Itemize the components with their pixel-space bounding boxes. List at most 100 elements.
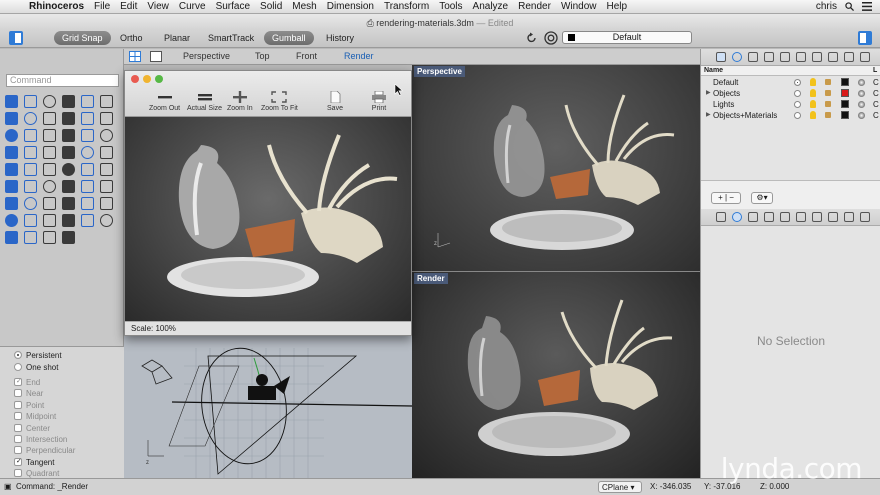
current-layer-dropdown[interactable]: Default (562, 31, 692, 44)
tool-text-icon[interactable] (24, 180, 37, 193)
save-button[interactable]: Save (327, 91, 343, 112)
perspective-viewport[interactable]: z Perspective (412, 65, 700, 271)
osnap-near[interactable]: Near (14, 389, 43, 398)
help-icon[interactable] (860, 52, 870, 62)
tool-dimension-icon[interactable] (5, 180, 18, 193)
statusbar-panel-icon[interactable]: ▣ (4, 479, 12, 495)
grid-snap-toggle[interactable]: Grid Snap (54, 31, 111, 45)
light-icon[interactable] (796, 212, 806, 222)
tool-blend-icon[interactable] (100, 112, 113, 125)
tool-freeform-icon[interactable] (43, 112, 56, 125)
layer-color-swatch[interactable] (841, 100, 849, 108)
tool-zoom-icon[interactable] (5, 197, 18, 210)
tool-color-icon[interactable] (81, 214, 94, 227)
user-name[interactable]: chris (816, 1, 837, 12)
tool-group-icon[interactable] (100, 146, 113, 159)
osnap-persistent[interactable]: Persistent (14, 351, 62, 360)
menu-analyze[interactable]: Analyze (468, 1, 514, 12)
menu-render[interactable]: Render (513, 1, 556, 12)
materials-icon[interactable] (732, 52, 742, 62)
command-history[interactable]: Command: _Render (16, 479, 88, 495)
tool-curve-icon[interactable] (24, 112, 37, 125)
layer-row[interactable]: ▶ Objects C (701, 88, 880, 99)
osnap-midpoint[interactable]: Midpoint (14, 412, 56, 421)
render-viewport[interactable]: Render (412, 271, 700, 478)
tool-extrude-icon[interactable] (62, 129, 75, 142)
tab-render[interactable]: Render (344, 51, 374, 61)
lightbulb-icon[interactable] (810, 111, 816, 119)
expand-arrow-icon[interactable]: ▶ (706, 110, 711, 121)
layer-color-swatch[interactable] (841, 111, 849, 119)
tool-trim-icon[interactable] (43, 146, 56, 159)
menu-transform[interactable]: Transform (379, 1, 434, 12)
layers-icon[interactable] (716, 212, 726, 222)
tool-environment-icon[interactable] (62, 214, 75, 227)
lock-icon[interactable] (825, 101, 831, 107)
menu-edit[interactable]: Edit (115, 1, 142, 12)
tool-array-icon[interactable] (100, 163, 113, 176)
list-icon[interactable] (862, 2, 872, 11)
close-icon[interactable] (131, 75, 139, 83)
tool-mirror-icon[interactable] (81, 163, 94, 176)
material-sphere-icon[interactable] (858, 79, 865, 86)
menu-solid[interactable]: Solid (255, 1, 287, 12)
current-layer-radio[interactable] (794, 101, 801, 108)
menu-curve[interactable]: Curve (174, 1, 211, 12)
menu-tools[interactable]: Tools (434, 1, 467, 12)
tool-osnap-icon[interactable] (24, 231, 37, 244)
osnap-end[interactable]: End (14, 378, 40, 387)
osnap-point[interactable]: Point (14, 400, 44, 410)
tool-grid-icon[interactable] (5, 231, 18, 244)
display-icon[interactable] (828, 212, 838, 222)
menu-surface[interactable]: Surface (211, 1, 255, 12)
lightbulb-icon[interactable] (810, 89, 816, 97)
tool-layer-icon[interactable] (81, 180, 94, 193)
tool-offset-icon[interactable] (81, 112, 94, 125)
tool-rotate-icon[interactable] (43, 163, 56, 176)
block-icon[interactable] (764, 212, 774, 222)
texture-icon[interactable] (812, 52, 822, 62)
tool-lock-icon[interactable] (100, 180, 113, 193)
texture-icon[interactable] (812, 212, 822, 222)
lightbulb-icon[interactable] (810, 78, 816, 86)
menu-window[interactable]: Window (556, 1, 602, 12)
material-sphere-icon[interactable] (858, 90, 865, 97)
tool-hatch-icon[interactable] (43, 180, 56, 193)
tool-polyline-icon[interactable] (43, 95, 56, 108)
layer-gear-menu[interactable]: ⚙▾ (751, 192, 773, 204)
tool-camera-icon[interactable] (62, 231, 75, 244)
menu-help[interactable]: Help (602, 1, 633, 12)
single-view-layout-icon[interactable] (150, 51, 162, 62)
tool-cylinder-icon[interactable] (43, 129, 56, 142)
osnap-perpendicular[interactable]: Perpendicular (14, 446, 75, 455)
four-view-layout-icon[interactable] (129, 51, 141, 62)
search-icon[interactable] (845, 2, 854, 11)
layer-name[interactable]: Objects+Materials (713, 110, 777, 121)
right-panel-toggle-icon[interactable] (858, 31, 872, 45)
zoom-window-icon[interactable] (155, 75, 163, 83)
expand-arrow-icon[interactable]: ▶ (706, 88, 711, 99)
layer-name[interactable]: Objects (713, 88, 740, 99)
osnap-center[interactable]: Center (14, 423, 50, 433)
tab-perspective[interactable]: Perspective (183, 51, 230, 61)
tool-point-icon[interactable] (24, 95, 37, 108)
add-remove-layer-buttons[interactable]: + | − (711, 192, 741, 204)
light-icon[interactable] (796, 52, 806, 62)
tool-fillet-icon[interactable] (62, 112, 75, 125)
properties-icon[interactable] (748, 212, 758, 222)
block-icon[interactable] (764, 52, 774, 62)
properties-icon[interactable] (748, 52, 758, 62)
smarttrack-toggle[interactable]: SmartTrack (200, 31, 262, 45)
record-icon[interactable] (544, 31, 558, 45)
planar-toggle[interactable]: Planar (156, 31, 198, 45)
help-icon[interactable] (860, 212, 870, 222)
tool-render-icon[interactable] (100, 197, 113, 210)
tool-light-icon[interactable] (24, 214, 37, 227)
lightbulb-icon[interactable] (810, 100, 816, 108)
menu-app-name[interactable]: Rhinoceros (24, 1, 89, 12)
layers-icon[interactable] (716, 52, 726, 62)
ortho-toggle[interactable]: Ortho (112, 31, 151, 45)
tool-rectangle-icon[interactable] (62, 95, 75, 108)
current-layer-radio[interactable] (794, 112, 801, 119)
display-icon[interactable] (828, 52, 838, 62)
